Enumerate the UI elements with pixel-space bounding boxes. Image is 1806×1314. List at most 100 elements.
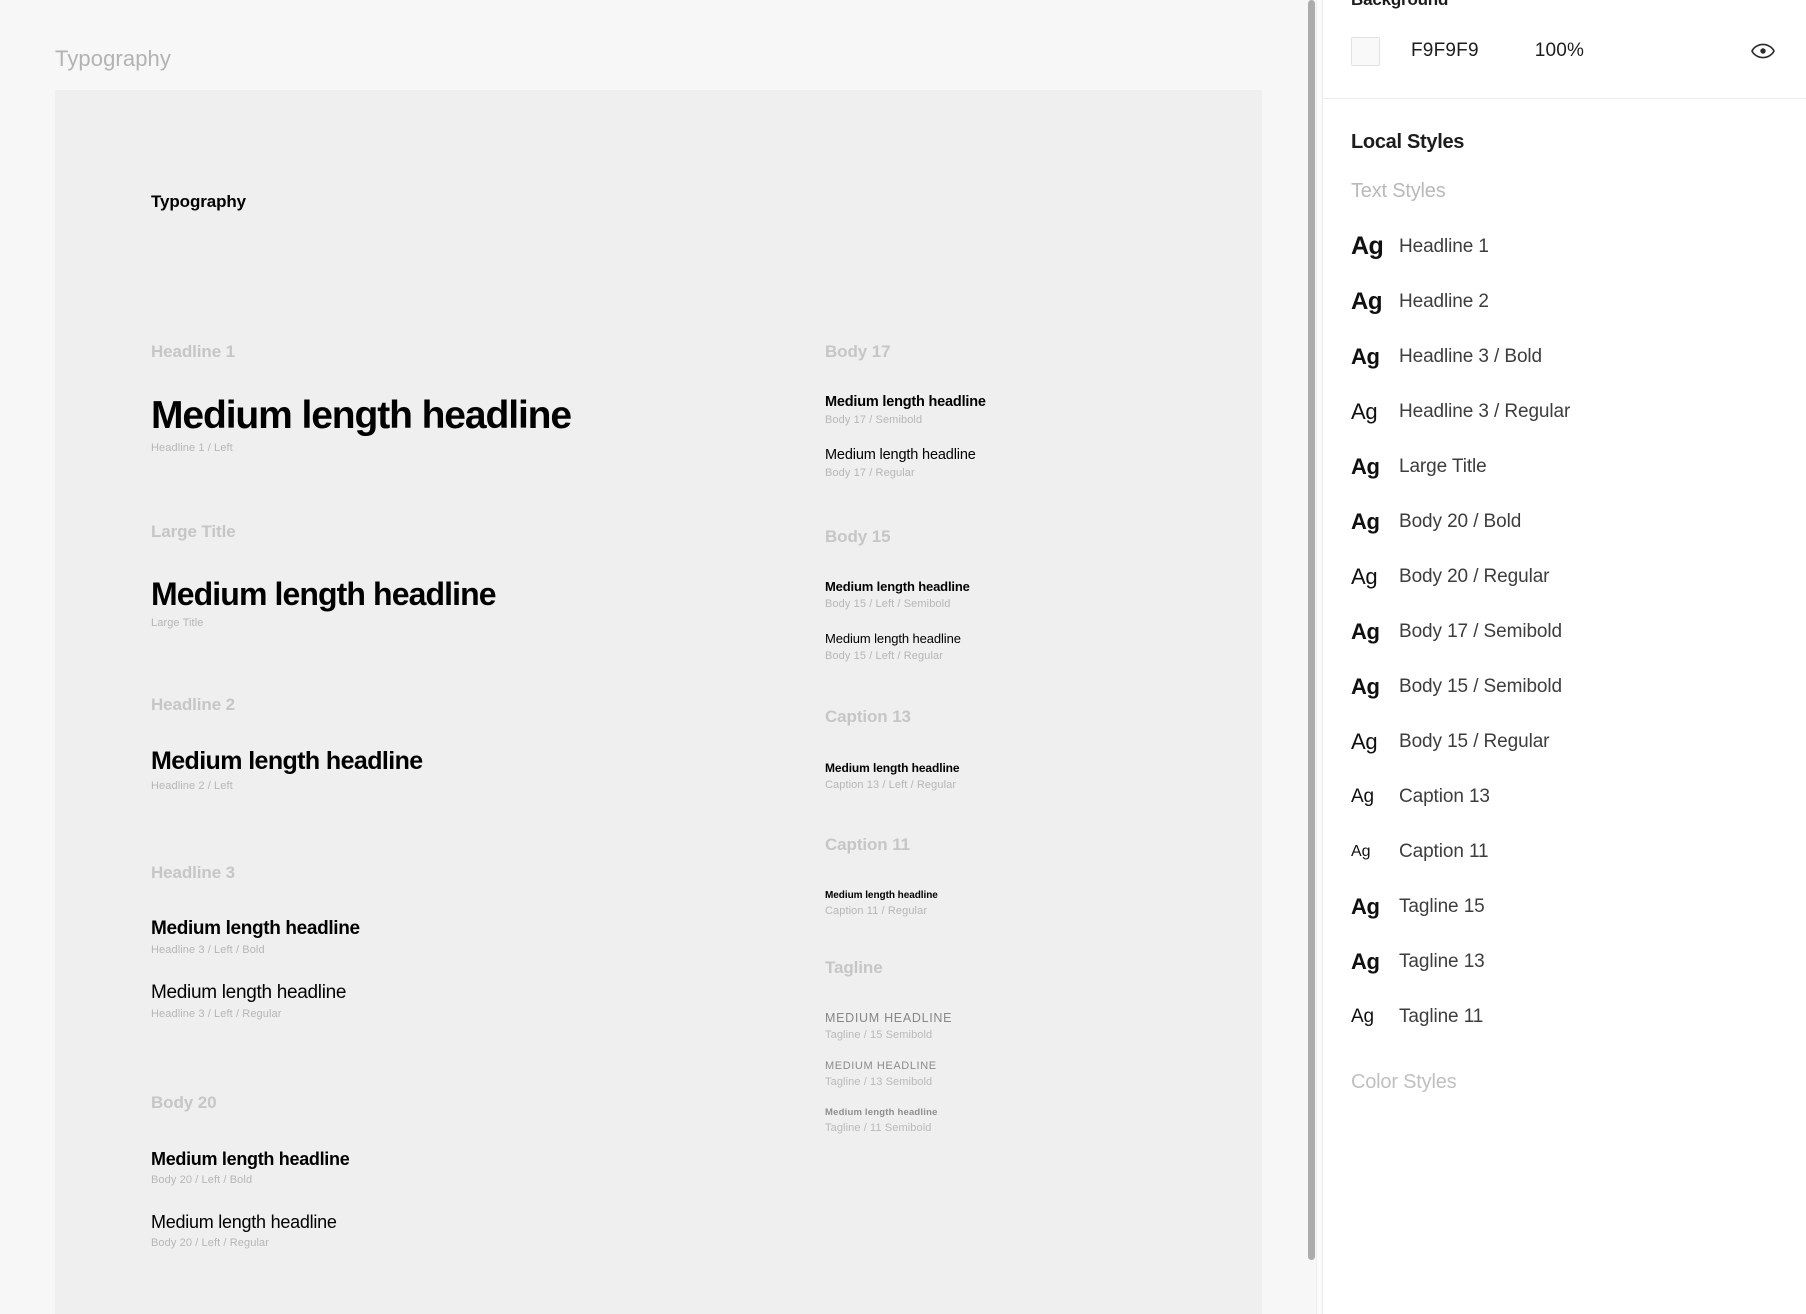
specimen-caption: Body 20 / Left / Bold: [151, 1174, 253, 1186]
style-name: Caption 13: [1399, 785, 1490, 807]
specimen-sample: Medium length headline: [825, 394, 986, 410]
text-style-row[interactable]: Ag Large Title: [1345, 439, 1786, 494]
style-name: Body 15 / Semibold: [1399, 675, 1562, 697]
style-preview-glyph: Ag: [1351, 343, 1380, 369]
specimen-caption: Body 15 / Left / Semibold: [825, 598, 951, 610]
group-title: Headline 1: [151, 342, 236, 361]
specimen-group-headline-2: Headline 2 Medium length headline Headli…: [151, 695, 423, 792]
style-preview-glyph: Ag: [1351, 287, 1383, 315]
background-section: Background F9F9F9 100%: [1323, 0, 1806, 99]
specimen-item: Medium length headline Body 20 / Left / …: [151, 1212, 349, 1249]
specimen-caption: Caption 11 / Regular: [825, 905, 928, 917]
style-preview-glyph: Ag: [1351, 893, 1380, 919]
specimen-sample: Medium length headline: [825, 631, 961, 646]
specimen-item: Medium length headline Headline 1 / Left: [151, 394, 572, 454]
style-name: Headline 2: [1399, 290, 1489, 312]
text-styles-list: Ag Headline 1 Ag Headline 2 Ag Headline …: [1323, 219, 1806, 1044]
typography-frame[interactable]: Typography Headline 1 Medium length head…: [55, 90, 1262, 1314]
specimen-caption: Caption 13 / Left / Regular: [825, 779, 957, 791]
specimen-caption: Tagline / 13 Semibold: [825, 1076, 933, 1088]
style-name: Caption 11: [1399, 840, 1489, 862]
specimen-sample: Medium length headline: [151, 747, 423, 775]
specimen-caption: Headline 3 / Left / Regular: [151, 1008, 282, 1020]
text-style-row[interactable]: Ag Headline 3 / Regular: [1345, 384, 1786, 439]
specimen-sample: Medium length headline: [825, 890, 938, 901]
group-title: Headline 2: [151, 695, 236, 714]
specimen-sample: Medium length headline: [151, 918, 360, 939]
background-color-row[interactable]: F9F9F9 100%: [1351, 36, 1778, 66]
text-style-row[interactable]: Ag Body 20 / Regular: [1345, 549, 1786, 604]
text-style-row[interactable]: Ag Caption 11: [1345, 824, 1786, 879]
specimen-sample: Medium length headline: [151, 1149, 350, 1169]
specimen-caption: Body 15 / Left / Regular: [825, 650, 943, 662]
specimen-sample: Medium length headline: [151, 982, 347, 1003]
specimen-item: Medium length headline Body 17 / Regular: [825, 447, 986, 479]
specimen-item: Medium length headline Caption 11 / Regu…: [825, 890, 938, 917]
style-preview-glyph: Ag: [1351, 563, 1378, 589]
specimen-item: Medium length headline Tagline / 11 Semi…: [825, 1107, 952, 1134]
specimen-item: Medium length headline Caption 13 / Left…: [825, 761, 960, 791]
text-style-row[interactable]: Ag Body 15 / Regular: [1345, 714, 1786, 769]
style-name: Large Title: [1399, 455, 1487, 477]
text-style-row[interactable]: Ag Tagline 15: [1345, 879, 1786, 934]
specimen-item: Medium length headline Headline 3 / Left…: [151, 982, 360, 1020]
frame-label[interactable]: Typography: [55, 46, 171, 72]
specimen-caption: Headline 3 / Left / Bold: [151, 944, 265, 956]
style-name: Tagline 13: [1399, 950, 1485, 972]
style-name: Headline 3 / Regular: [1399, 400, 1571, 422]
specimen-caption: Large Title: [151, 617, 204, 629]
text-style-row[interactable]: Ag Headline 3 / Bold: [1345, 329, 1786, 384]
text-style-row[interactable]: Ag Tagline 13: [1345, 934, 1786, 989]
specimen-caption: Tagline / 11 Semibold: [825, 1122, 932, 1134]
group-title: Body 15: [825, 527, 891, 546]
background-color-swatch[interactable]: [1351, 36, 1380, 66]
specimen-caption: Headline 2 / Left: [151, 780, 233, 792]
text-style-row[interactable]: Ag Headline 2: [1345, 274, 1786, 329]
specimen-group-caption-13: Caption 13 Medium length headline Captio…: [825, 707, 960, 791]
specimen-sample: MEDIUM HEADLINE: [825, 1011, 953, 1025]
specimen-sample: MEDIUM HEADLINE: [825, 1060, 937, 1072]
specimen-group-caption-11: Caption 11 Medium length headline Captio…: [825, 835, 938, 917]
text-style-row[interactable]: Ag Headline 1: [1345, 219, 1786, 274]
text-style-row[interactable]: Ag Caption 13: [1345, 769, 1786, 824]
specimen-item: Medium length headline Large Title: [151, 576, 497, 629]
local-styles-heading: Local Styles: [1351, 131, 1465, 153]
background-hex-value[interactable]: F9F9F9: [1411, 40, 1479, 62]
style-preview-glyph: Ag: [1351, 453, 1380, 479]
specimen-item: MEDIUM HEADLINE Tagline / 13 Semibold: [825, 1060, 952, 1088]
text-style-row[interactable]: Ag Body 20 / Bold: [1345, 494, 1786, 549]
text-style-row[interactable]: Ag Body 17 / Semibold: [1345, 604, 1786, 659]
text-style-row[interactable]: Ag Body 15 / Semibold: [1345, 659, 1786, 714]
style-preview-glyph: Ag: [1351, 618, 1380, 644]
style-name: Tagline 11: [1399, 1005, 1484, 1027]
specimen-caption: Headline 1 / Left: [151, 442, 233, 454]
specimen-sample: Medium length headline: [825, 447, 976, 463]
style-name: Body 20 / Regular: [1399, 565, 1550, 587]
specimen-item: Medium length headline Body 15 / Left / …: [825, 631, 970, 662]
canvas-scrollbar-thumb[interactable]: [1308, 0, 1315, 1260]
frame-heading: Typography: [151, 192, 247, 211]
specimen-item: Medium length headline Headline 3 / Left…: [151, 918, 360, 956]
specimen-group-large-title: Large Title Medium length headline Large…: [151, 522, 497, 629]
color-styles-heading: Color Styles: [1351, 1071, 1457, 1093]
specimen-sample: Medium length headline: [825, 761, 960, 775]
specimen-sample: Medium length headline: [151, 394, 572, 437]
style-preview-glyph: Ag: [1351, 398, 1378, 424]
text-style-row[interactable]: Ag Tagline 11: [1345, 989, 1786, 1044]
eye-icon[interactable]: [1748, 38, 1778, 64]
style-preview-glyph: Ag: [1351, 728, 1378, 754]
group-title: Headline 3: [151, 863, 236, 882]
specimen-group-headline-1: Headline 1 Medium length headline Headli…: [151, 342, 572, 454]
specimen-sample: Medium length headline: [151, 576, 497, 612]
specimen-sample: Medium length headline: [151, 1212, 337, 1232]
style-preview-glyph: Ag: [1351, 1006, 1374, 1027]
group-title: Large Title: [151, 522, 236, 541]
style-name: Headline 1: [1399, 235, 1489, 257]
canvas-vertical-scrollbar[interactable]: [1306, 0, 1316, 1314]
specimen-sample: Medium length headline: [825, 1107, 938, 1118]
background-opacity-value[interactable]: 100%: [1535, 40, 1584, 62]
canvas-area[interactable]: Typography Typography Headline 1 Medium …: [0, 0, 1316, 1314]
design-tool-window: Typography Typography Headline 1 Medium …: [0, 0, 1806, 1314]
specimen-group-body-17: Body 17 Medium length headline Body 17 /…: [825, 342, 986, 479]
group-title: Body 17: [825, 342, 891, 361]
